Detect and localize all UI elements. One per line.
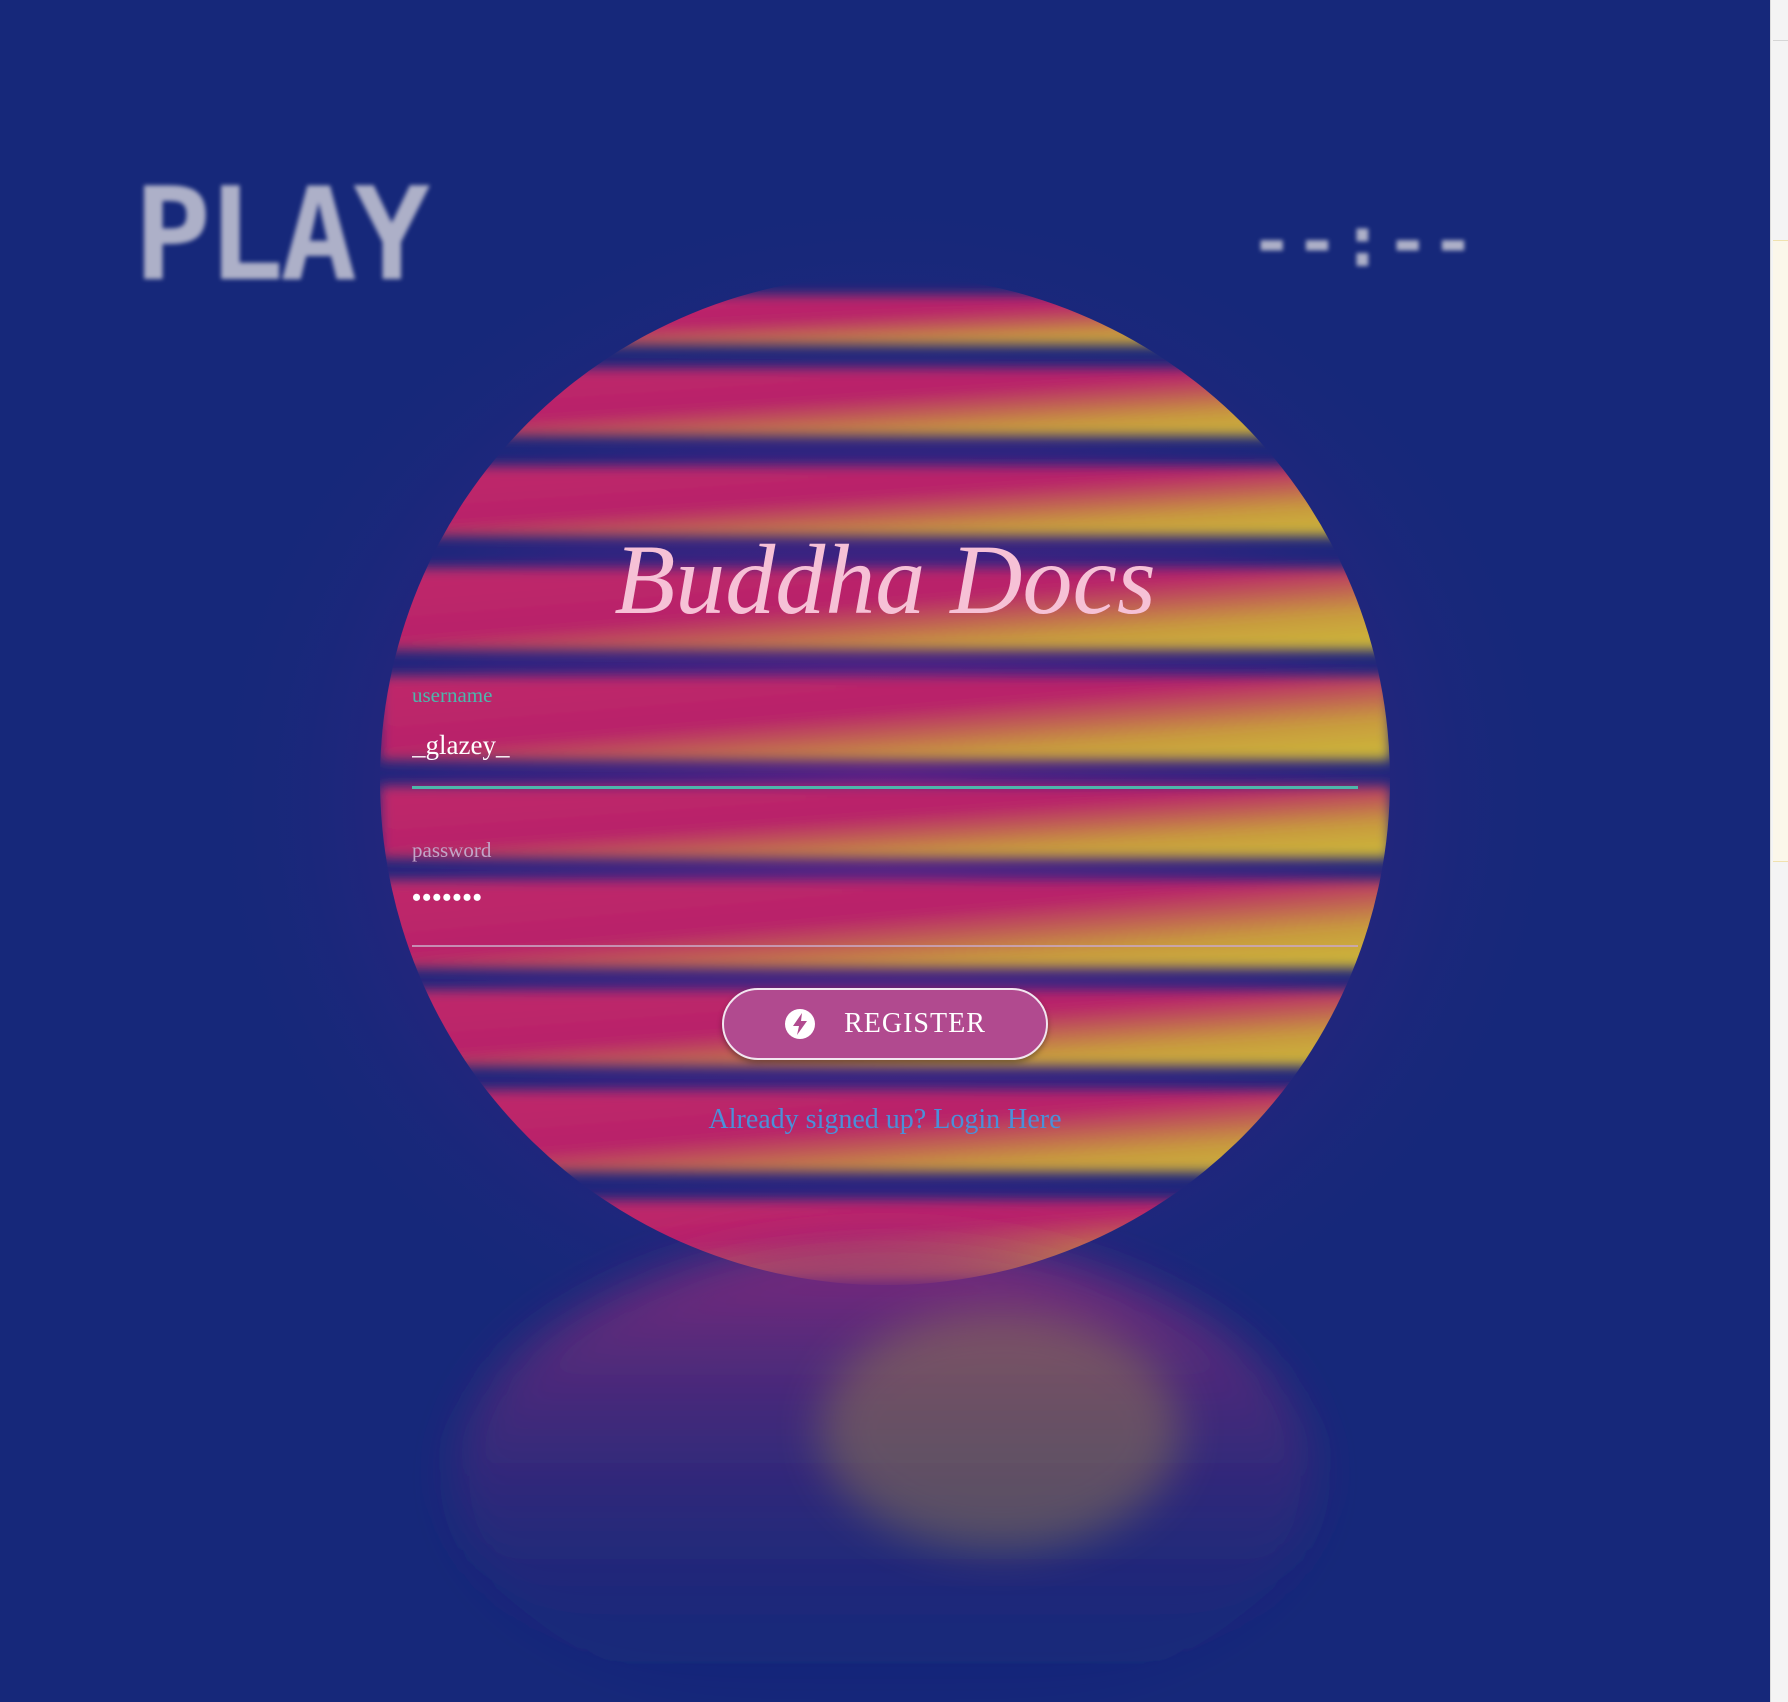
username-underline [412, 786, 1358, 789]
register-button-label: REGISTER [844, 1008, 986, 1039]
username-input[interactable] [412, 730, 1358, 761]
play-overlay-text: PLAY [134, 161, 430, 310]
window-edge [1770, 0, 1788, 1702]
register-button[interactable]: REGISTER [722, 988, 1048, 1060]
lightning-bolt-icon [785, 1009, 816, 1039]
app-title: Buddha Docs [614, 524, 1156, 635]
password-label: password [412, 838, 492, 862]
username-label: username [412, 683, 493, 707]
password-input[interactable]: ••••••• [412, 883, 1358, 913]
password-field: password ••••••• [412, 836, 1358, 948]
page-viewport: PLAY --:-- Buddha Docs username password… [0, 0, 1770, 1702]
timecode-overlay-text: --:-- [1250, 199, 1477, 283]
username-field: username [412, 682, 1358, 794]
login-link[interactable]: Already signed up? Login Here [0, 1104, 1770, 1136]
password-underline [412, 945, 1358, 947]
